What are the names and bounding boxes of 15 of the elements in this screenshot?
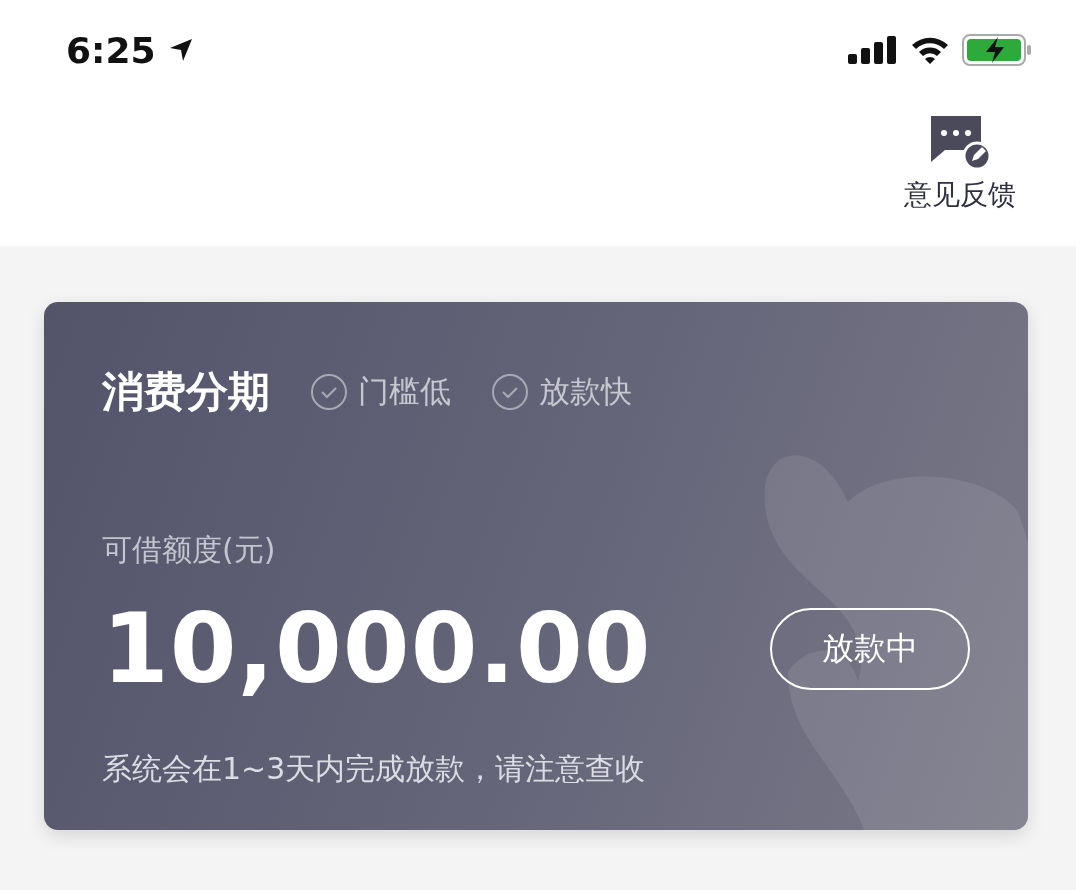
signal-icon xyxy=(848,36,898,64)
battery-charging-icon xyxy=(962,34,1032,66)
status-time: 6:25 xyxy=(66,29,156,71)
check-circle-icon xyxy=(310,373,348,411)
amount-label: 可借额度(元) xyxy=(102,531,277,569)
disbursement-note: 系统会在1~3天内完成放款，请注意查收 xyxy=(102,750,647,788)
loan-amount: 10,000.00 xyxy=(102,593,652,705)
status-button[interactable]: 放款中 xyxy=(770,608,970,690)
message-edit-icon xyxy=(929,114,991,170)
wifi-icon xyxy=(910,35,950,65)
feedback-button[interactable]: 意见反馈 xyxy=(904,114,1016,246)
feature-tag: 放款快 xyxy=(539,371,632,413)
feature-tag: 门槛低 xyxy=(358,371,451,413)
card-title: 消费分期 xyxy=(102,366,270,418)
check-circle-icon xyxy=(491,373,529,411)
